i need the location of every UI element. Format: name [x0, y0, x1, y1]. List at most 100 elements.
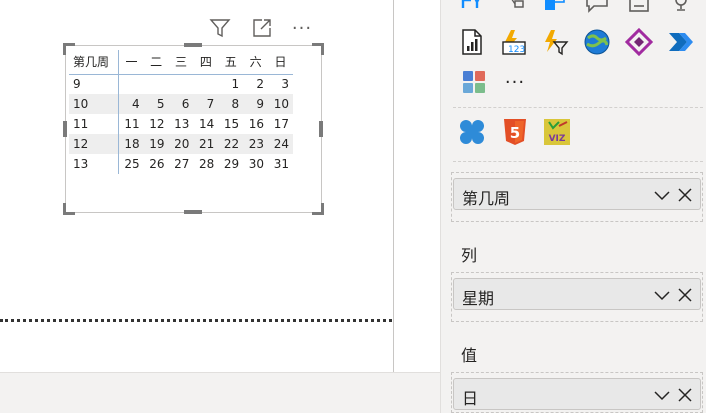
more-visuals-glyph: ··· — [504, 71, 526, 93]
cell: 3 — [281, 77, 289, 92]
resize-handle-left[interactable] — [63, 121, 67, 137]
cell: 17 — [273, 117, 289, 131]
power-apps-icon[interactable]: 123 — [498, 27, 528, 57]
table-row: 11 11 12 13 14 15 16 17 — [69, 114, 293, 134]
key-influencers-icon[interactable] — [457, 0, 487, 16]
col-header-tue[interactable]: 二 — [143, 50, 169, 75]
cell: 19 — [143, 134, 169, 154]
row-header[interactable]: 9 — [69, 74, 120, 94]
row-header[interactable]: 12 — [69, 134, 120, 154]
cell: 31 — [273, 157, 289, 171]
decomposition-tree-icon[interactable] — [498, 0, 528, 16]
chevron-down-icon[interactable] — [652, 285, 672, 305]
pviz-icon[interactable]: VIZ — [542, 117, 572, 147]
cell: 27 — [174, 157, 190, 171]
cell: 22 — [218, 134, 244, 154]
custom-visual-icon[interactable] — [457, 117, 487, 147]
col-header-week[interactable]: 第几周 — [69, 50, 120, 75]
col-header-thu[interactable]: 四 — [193, 50, 219, 75]
cell: 26 — [149, 157, 165, 171]
resize-handle-top[interactable] — [184, 43, 202, 47]
col-header-sun[interactable]: 日 — [268, 50, 293, 75]
values-field-pill[interactable]: 日 — [453, 378, 701, 410]
html5-icon[interactable]: 5 — [500, 117, 530, 147]
filter-icon[interactable] — [207, 16, 233, 40]
smart-narrative-icon[interactable] — [582, 0, 612, 16]
cell: 6 — [168, 94, 194, 114]
col-header-mon[interactable]: 一 — [118, 50, 144, 75]
col-header-sat[interactable]: 六 — [243, 50, 269, 75]
arcgis-globe-icon[interactable] — [582, 27, 612, 57]
cell: 24 — [268, 134, 293, 154]
pane-separator — [453, 107, 703, 108]
cell — [144, 74, 169, 94]
close-icon[interactable] — [676, 285, 694, 305]
html5-label: 5 — [510, 124, 520, 142]
paginated-report-icon[interactable] — [457, 27, 487, 57]
cell: 14 — [199, 117, 215, 131]
cell: 21 — [193, 134, 219, 154]
more-visuals-icon[interactable]: ··· — [500, 67, 530, 97]
resize-handle-bl[interactable] — [63, 203, 75, 215]
cell: 11 — [124, 117, 140, 131]
row-header[interactable]: 13 — [69, 154, 120, 174]
cell: 28 — [199, 157, 215, 171]
cell: 12 — [149, 117, 165, 131]
pviz-label: VIZ — [549, 134, 566, 144]
table-row: 10 4 5 6 7 8 9 10 — [69, 94, 293, 114]
resize-handle-right[interactable] — [319, 121, 323, 137]
cell: 1 — [231, 77, 240, 92]
resize-handle-tr[interactable] — [312, 43, 324, 55]
close-icon[interactable] — [676, 185, 694, 205]
rows-field-label: 第几周 — [462, 189, 511, 208]
more-glyph: ··· — [291, 17, 313, 39]
close-icon[interactable] — [676, 385, 694, 405]
power-automate-icon[interactable] — [540, 27, 570, 57]
metrics-icon[interactable] — [624, 0, 654, 16]
cell: 29 — [223, 157, 240, 171]
power-automate-arrow-icon[interactable] — [666, 27, 696, 57]
visualizations-pane: 123 ··· 5 VIZ 第几周 列 星期 值 日 — [440, 0, 706, 413]
power-apps-diamond-icon[interactable] — [624, 27, 654, 57]
row-header[interactable]: 11 — [69, 114, 120, 134]
columns-well-label: 列 — [461, 246, 478, 265]
cell — [169, 74, 194, 94]
cell: 16 — [248, 117, 265, 131]
cell: 30 — [248, 157, 265, 171]
page-boundary-line — [0, 319, 392, 322]
row-header[interactable]: 10 — [69, 94, 120, 114]
cell: 4 — [118, 94, 144, 114]
cell: 8 — [218, 94, 244, 114]
trophy-icon[interactable] — [666, 0, 696, 16]
focus-mode-icon[interactable] — [249, 16, 275, 40]
qa-visual-icon[interactable] — [540, 0, 570, 16]
col-header-fri[interactable]: 五 — [218, 50, 244, 75]
table-row: 13 25 26 27 28 29 30 31 — [69, 154, 293, 174]
cell — [119, 74, 144, 94]
matrix-tiles-icon[interactable] — [459, 67, 489, 97]
cell: 2 — [256, 77, 265, 92]
chevron-down-icon[interactable] — [652, 385, 672, 405]
cell: 25 — [124, 157, 140, 171]
header-row: 第几周 一 二 三 四 五 六 日 — [69, 50, 293, 75]
more-options-icon[interactable]: ··· — [289, 16, 315, 40]
cell: 23 — [243, 134, 269, 154]
pane-separator — [453, 161, 703, 162]
cell: 18 — [118, 134, 144, 154]
page-tabs-bar — [0, 372, 440, 413]
resize-handle-bottom[interactable] — [184, 210, 202, 214]
rows-field-pill[interactable]: 第几周 — [453, 178, 701, 210]
values-field-label: 日 — [462, 389, 479, 408]
table-row: 9 1 2 3 — [69, 74, 293, 94]
col-header-wed[interactable]: 三 — [168, 50, 194, 75]
chevron-down-icon[interactable] — [652, 185, 672, 205]
resize-handle-br[interactable] — [312, 203, 324, 215]
columns-field-pill[interactable]: 星期 — [453, 278, 701, 310]
cell: 5 — [143, 94, 169, 114]
table-row: 12 18 19 20 21 22 23 24 — [69, 134, 293, 154]
canvas-divider — [393, 0, 394, 372]
cell: 15 — [223, 117, 240, 131]
values-well-label: 值 — [461, 346, 478, 365]
svg-text:123: 123 — [508, 45, 525, 55]
cell: 13 — [174, 117, 190, 131]
